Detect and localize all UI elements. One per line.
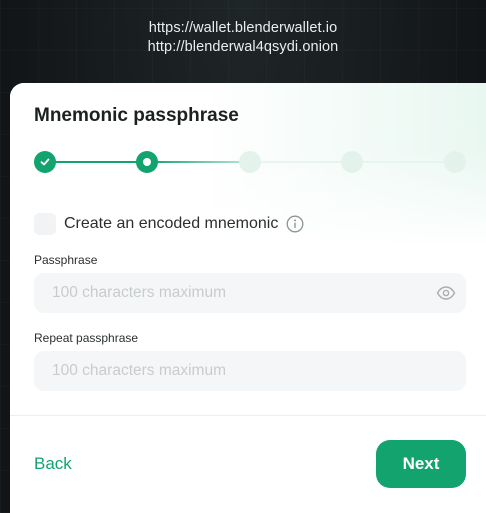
info-icon[interactable] [286, 215, 304, 233]
step-3 [239, 151, 261, 173]
step-5 [444, 151, 466, 173]
repeat-passphrase-input[interactable] [34, 351, 466, 391]
passphrase-field-container [34, 273, 466, 313]
encoded-mnemonic-checkbox[interactable] [34, 213, 56, 235]
passphrase-input[interactable] [34, 273, 466, 313]
encoded-mnemonic-option: Create an encoded mnemonic [34, 213, 304, 235]
footer-divider [10, 415, 486, 416]
encoded-mnemonic-label[interactable]: Create an encoded mnemonic [64, 215, 278, 233]
stepper-line-current [147, 161, 251, 163]
step-4 [341, 151, 363, 173]
mnemonic-passphrase-dialog: Mnemonic passphrase Create an encoded mn… [10, 83, 486, 513]
dialog-body: Mnemonic passphrase Create an encoded mn… [10, 83, 486, 415]
passphrase-label: Passphrase [34, 253, 98, 267]
repeat-passphrase-label: Repeat passphrase [34, 331, 139, 345]
next-button[interactable]: Next [376, 440, 466, 488]
step-1-completed [34, 151, 56, 173]
wallet-urls: https://wallet.blenderwallet.io http://b… [0, 19, 486, 57]
eye-icon[interactable] [436, 283, 456, 303]
back-button[interactable]: Back [34, 454, 72, 474]
progress-stepper [34, 151, 466, 173]
clearnet-url: https://wallet.blenderwallet.io [148, 20, 338, 36]
stepper-line-completed [45, 161, 147, 163]
onion-url: http://blenderwal4qsydi.onion [147, 39, 339, 55]
repeat-passphrase-field-container [34, 351, 466, 391]
check-icon [40, 158, 50, 166]
dialog-title: Mnemonic passphrase [34, 105, 239, 126]
step-2-current [136, 151, 158, 173]
